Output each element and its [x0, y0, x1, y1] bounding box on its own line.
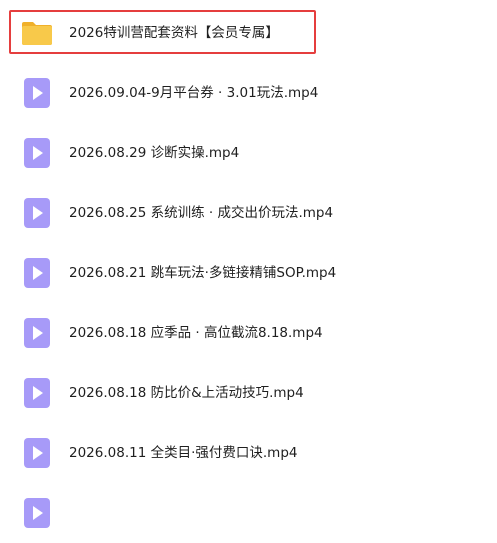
video-file-icon: [24, 438, 50, 468]
file-name: 2026.08.18 应季品 · 高位截流8.18.mp4: [69, 325, 323, 341]
list-item-video[interactable]: 2026.08.11 全类目·强付费口诀.mp4: [0, 423, 497, 483]
file-name: 2026.08.21 跳车玩法·多链接精铺SOP.mp4: [69, 265, 337, 281]
file-name: 2026.08.11 全类目·强付费口诀.mp4: [69, 445, 298, 461]
video-file-icon: [24, 78, 50, 108]
file-list: 2026特训营配套资料【会员专属】 2026.09.04-9月平台券 · 3.0…: [0, 0, 497, 528]
list-item-video[interactable]: 2026.08.18 应季品 · 高位截流8.18.mp4: [0, 303, 497, 363]
video-file-icon: [24, 378, 50, 408]
list-item-video[interactable]: 2026.09.04-9月平台券 · 3.01玩法.mp4: [0, 63, 497, 123]
list-item-video[interactable]: 2026.08.21 跳车玩法·多链接精铺SOP.mp4: [0, 243, 497, 303]
file-name: 2026.08.18 防比价&上活动技巧.mp4: [69, 385, 304, 401]
list-item-video[interactable]: 2026.08.18 防比价&上活动技巧.mp4: [0, 363, 497, 423]
folder-icon: [22, 22, 52, 45]
file-name: 2026.08.25 系统训练 · 成交出价玩法.mp4: [69, 205, 334, 221]
file-name: 2026.09.04-9月平台券 · 3.01玩法.mp4: [69, 85, 319, 101]
video-file-icon: [24, 138, 50, 168]
video-file-icon: [24, 198, 50, 228]
list-item-video[interactable]: 2026.08.25 系统训练 · 成交出价玩法.mp4: [0, 183, 497, 243]
file-name: 2026.08.29 诊断实操.mp4: [69, 145, 240, 161]
file-name: 2026特训营配套资料【会员专属】: [69, 25, 279, 41]
video-file-icon: [24, 258, 50, 288]
list-item-folder[interactable]: 2026特训营配套资料【会员专属】: [0, 3, 497, 63]
list-item-video-partial[interactable]: [0, 483, 497, 543]
video-file-icon: [24, 318, 50, 348]
list-item-video[interactable]: 2026.08.29 诊断实操.mp4: [0, 123, 497, 183]
